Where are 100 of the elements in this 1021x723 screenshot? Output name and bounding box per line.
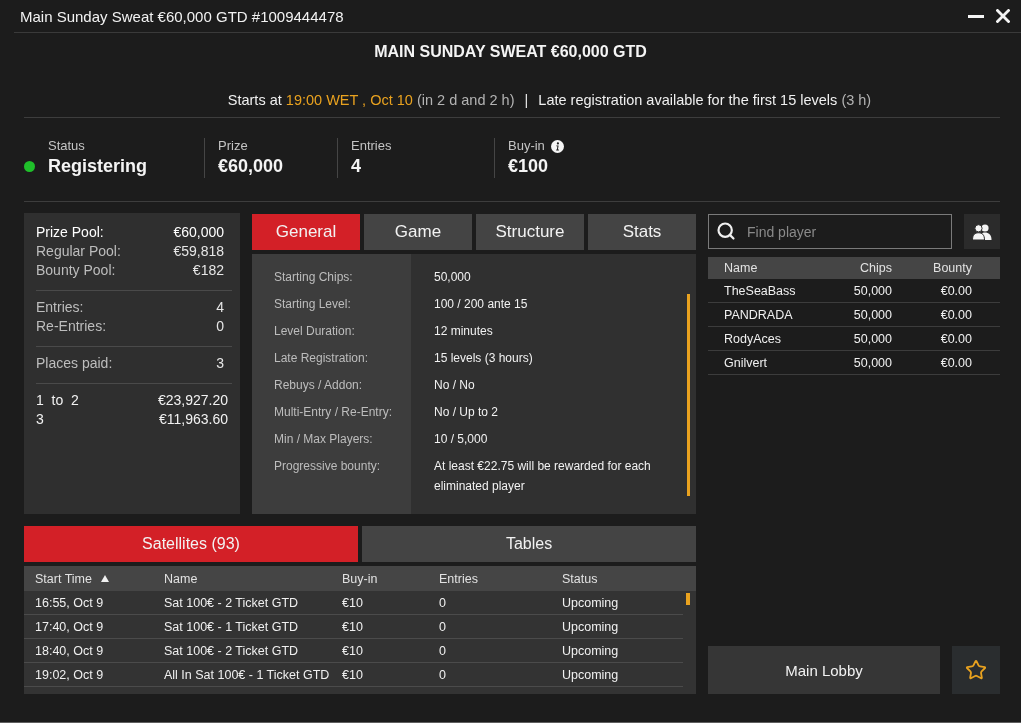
search-icon [716, 221, 736, 241]
summary-value: 4 [351, 155, 361, 178]
detail-label: Progressive bounty: [274, 458, 381, 475]
table-cell: RodyAces [724, 331, 781, 346]
table-cell: 50,000 [853, 307, 892, 322]
table-cell: Gnilvert [724, 355, 768, 370]
pool-label: 1 to 2 [36, 391, 79, 410]
scrollbar-thumb[interactable] [686, 593, 690, 605]
column-header[interactable]: Name [724, 261, 758, 275]
pool-value: 0 [216, 317, 224, 336]
detail-value: 10 / 5,000 [434, 431, 488, 448]
pool-value: €59,818 [173, 242, 224, 261]
detail-value: At least €22.75 will be rewarded for each eliminated player [434, 458, 652, 495]
detail-value: 100 / 200 ante 15 [434, 296, 528, 313]
detail-value: 15 levels (3 hours) [434, 350, 533, 367]
detail-label: Starting Chips: [274, 269, 353, 286]
table-cell: €10 [342, 619, 363, 634]
tab[interactable]: Tables [362, 526, 696, 562]
detail-value: No / Up to 2 [434, 404, 499, 421]
table-cell: 0 [439, 667, 446, 682]
table-cell: 0 [439, 619, 446, 634]
column-header[interactable]: Name [164, 571, 198, 586]
table-cell: 0 [439, 643, 446, 658]
window-title: Main Sunday Sweat €60,000 GTD #1009444478 [20, 7, 344, 25]
table-cell: PANDRADA [724, 307, 793, 322]
pool-label: Bounty Pool: [36, 261, 116, 280]
minimize-icon[interactable] [968, 14, 984, 18]
pool-value: 3 [216, 354, 224, 373]
pool-value: €11,963.60 [158, 410, 228, 429]
summary-label: Buy-in [508, 138, 545, 154]
tab[interactable]: General [252, 214, 360, 250]
scrollbar-thumb[interactable] [687, 294, 690, 496]
detail-label: Late Registration: [274, 350, 369, 367]
tab[interactable]: Structure [476, 214, 584, 250]
table-cell: 16:55, Oct 9 [35, 595, 104, 610]
summary-value: €100 [508, 155, 549, 178]
pool-label: Entries: [36, 298, 84, 317]
table-cell: 50,000 [853, 283, 892, 298]
table-cell: Sat 100€ - 2 Ticket GTD [164, 643, 299, 658]
table-cell: 50,000 [853, 355, 892, 370]
detail-value: No / No [434, 377, 475, 394]
summary-value: €60,000 [218, 155, 284, 178]
table-cell: €0.00 [940, 307, 972, 322]
table-cell: €0.00 [940, 355, 972, 370]
table-cell: 18:40, Oct 9 [35, 643, 104, 658]
column-header[interactable]: Bounty [933, 261, 972, 275]
table-cell: Sat 100€ - 1 Ticket GTD [164, 619, 299, 634]
column-header[interactable]: Status [562, 571, 598, 586]
pool-value: €60,000 [173, 223, 224, 242]
players-button[interactable] [964, 214, 1000, 249]
schedule-text: Starts at 19:00 WET , Oct 10 (in 2 d and 2 h) | Late registration available for the first 15 levels (3 h) [227, 91, 872, 110]
detail-label: Starting Level: [274, 296, 351, 313]
summary-value: Registering [48, 155, 148, 178]
table-cell: TheSeaBass [724, 283, 796, 298]
tab[interactable]: Satellites (93) [24, 526, 358, 562]
detail-label: Level Duration: [274, 323, 355, 340]
table-cell: Sat 100€ - 2 Ticket GTD [164, 595, 299, 610]
pool-label: Places paid: [36, 354, 113, 373]
detail-label: Rebuys / Addon: [274, 377, 363, 394]
table-cell: €0.00 [940, 283, 972, 298]
tab[interactable]: Game [364, 214, 472, 250]
table-cell: All In Sat 100€ - 1 Ticket GTD [164, 667, 330, 682]
close-icon[interactable] [996, 9, 1010, 23]
pool-label: Prize Pool: [36, 223, 104, 242]
users-icon [972, 223, 992, 240]
table-cell: €10 [342, 595, 363, 610]
pool-label: 3 [36, 410, 44, 429]
table-cell: 19:02, Oct 9 [35, 667, 104, 682]
sort-arrow-icon[interactable] [100, 575, 109, 582]
pool-value: €182 [192, 261, 224, 280]
table-cell: Upcoming [562, 619, 619, 634]
detail-value: 12 minutes [434, 323, 493, 340]
table-cell: Upcoming [562, 595, 619, 610]
column-header[interactable]: Buy-in [342, 571, 378, 586]
table-cell: 0 [439, 595, 446, 610]
table-cell: Upcoming [562, 667, 619, 682]
detail-value: 50,000 [434, 269, 471, 286]
table-cell: Upcoming [562, 643, 619, 658]
pool-label: Regular Pool: [36, 242, 121, 261]
pool-value: 4 [216, 298, 224, 317]
table-cell: 50,000 [853, 331, 892, 346]
detail-label: Multi-Entry / Re-Entry: [274, 404, 393, 421]
favorite-button[interactable] [952, 646, 1000, 694]
tab[interactable]: Stats [588, 214, 696, 250]
table-cell: €10 [342, 667, 363, 682]
detail-label: Min / Max Players: [274, 431, 373, 448]
pool-value: €23,927.20 [157, 391, 228, 410]
search-field[interactable]: Find player [708, 214, 952, 249]
summary-label: Status [48, 138, 85, 154]
table-cell: €0.00 [940, 331, 972, 346]
column-header[interactable]: Start Time [35, 571, 92, 586]
pool-label: Re-Entries: [36, 317, 107, 336]
tournament-title: MAIN SUNDAY SWEAT €60,000 GTD [374, 42, 647, 62]
summary-label: Entries [351, 138, 392, 154]
main-lobby-button[interactable]: Main Lobby [708, 646, 940, 694]
column-header[interactable]: Entries [439, 571, 478, 586]
column-header[interactable]: Chips [860, 261, 892, 275]
table-cell: €10 [342, 643, 363, 658]
info-icon[interactable] [550, 139, 564, 153]
summary-label: Prize [218, 138, 248, 154]
